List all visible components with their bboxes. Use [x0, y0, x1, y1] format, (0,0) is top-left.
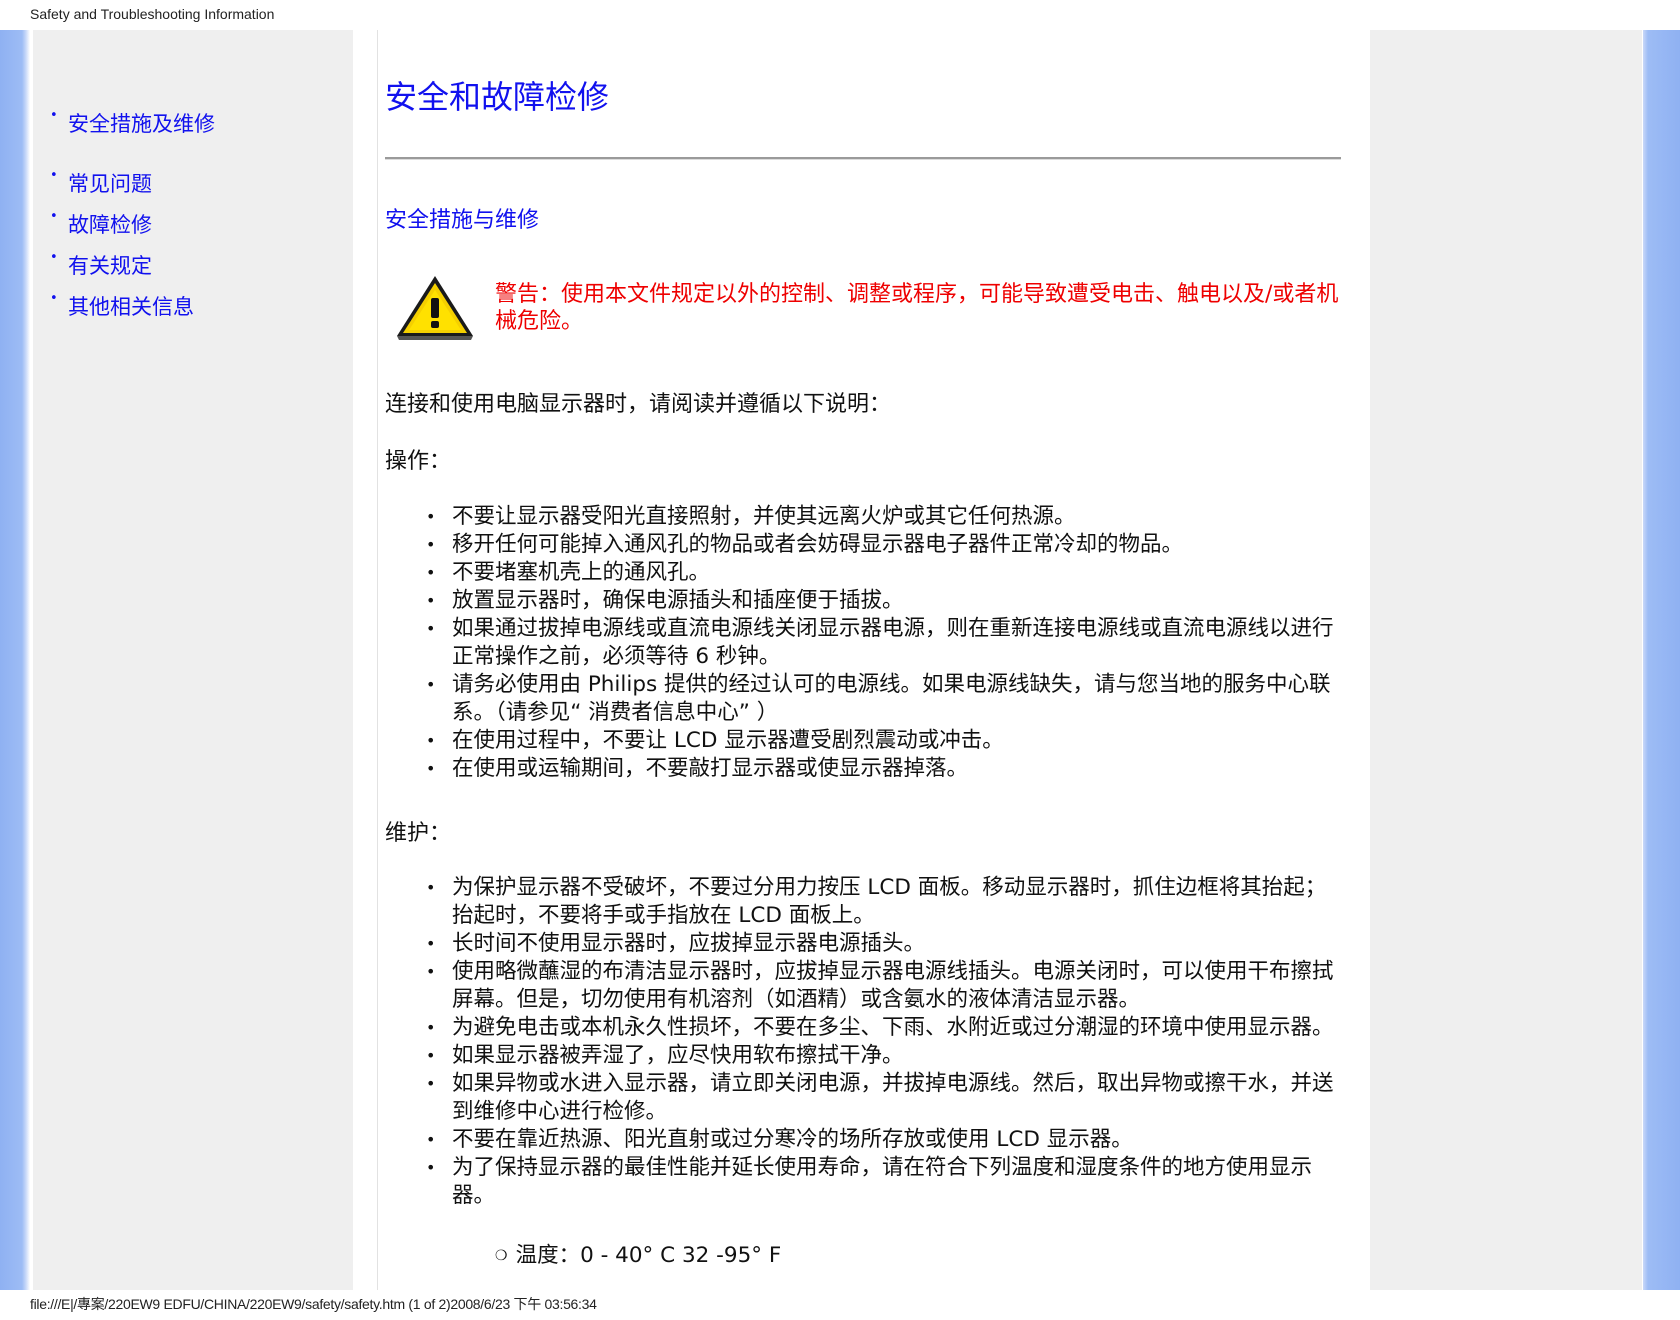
- left-blue-band: [0, 30, 30, 1290]
- print-header: Safety and Troubleshooting Information: [30, 6, 275, 22]
- bullet-icon: •: [50, 209, 58, 224]
- bullet-icon: •: [50, 250, 58, 265]
- list-item: • 长时间不使用显示器时，应拔掉显示器电源插头。: [426, 931, 926, 956]
- right-panel: [1370, 30, 1642, 1290]
- operation-list: • 不要让显示器受阳光直接照射，并使其远离火炉或其它任何热源。 • 移开任何可能掉入…: [385, 503, 1345, 783]
- list-item: • 请务必使用由 Philips 提供的经过认可的电源线。如果电源线缺失，请与您当…: [426, 672, 1331, 725]
- list-item: • 在使用过程中，不要让 LCD 显示器遭受剧烈震动或冲击。: [426, 728, 1004, 753]
- list-item: • 放置显示器时，确保电源插头和插座便于插拔。: [426, 588, 904, 613]
- sidebar-link-troubleshooting[interactable]: 故障检修: [68, 209, 152, 239]
- section-title: 安全措施与维修: [385, 208, 540, 233]
- list-item: • 不要在靠近热源、阳光直射或过分寒冷的场所存放或使用 LCD 显示器。: [426, 1127, 1133, 1152]
- temperature-item: ❍ 温度：0 - 40° C 32 -95° F: [495, 1238, 781, 1269]
- circle-bullet-icon: ❍: [495, 1248, 508, 1264]
- sidebar-link-safety[interactable]: 安全措施及维修: [68, 108, 215, 138]
- sidebar-link-regulatory[interactable]: 有关规定: [68, 250, 152, 280]
- list-item: • 如果通过拔掉电源线或直流电源线关闭显示器电源，则在重新连接电源线或直流电源线以…: [426, 616, 1334, 669]
- bullet-icon: •: [50, 108, 58, 123]
- operation-heading: 操作：: [385, 449, 452, 474]
- bullet-icon: •: [50, 291, 58, 306]
- page-title: 安全和故障检修: [385, 78, 610, 116]
- list-item: • 在使用或运输期间，不要敲打显示器或使显示器掉落。: [426, 756, 969, 781]
- right-blue-band: [1643, 30, 1680, 1290]
- bullet-icon: •: [50, 168, 58, 183]
- intro-text: 连接和使用电脑显示器时，请阅读并遵循以下说明：: [385, 392, 892, 417]
- print-footer: file:///E|/專案/220EW9 EDFU/CHINA/220EW9/s…: [30, 1296, 597, 1312]
- divider: [385, 157, 1341, 160]
- list-item: • 移开任何可能掉入通风孔的物品或者会妨碍显示器电子器件正常冷却的物品。: [426, 532, 1184, 557]
- warning-triangle-icon: [397, 276, 473, 340]
- temperature-text: 温度：0 - 40° C 32 -95° F: [515, 1243, 782, 1268]
- list-item: • 使用略微蘸湿的布清洁显示器时，应拔掉显示器电源线插头。电源关闭时，可以使用干布…: [426, 959, 1334, 1012]
- warning-text: 警告：使用本文件规定以外的控制、调整或程序，可能导致遭受电击、触电以及/或者机械…: [495, 282, 1339, 334]
- list-item: • 不要堵塞机壳上的通风孔。: [426, 560, 711, 585]
- list-item: • 不要让显示器受阳光直接照射，并使其远离火炉或其它任何热源。: [426, 504, 1076, 529]
- sidebar-link-other-info[interactable]: 其他相关信息: [68, 291, 194, 321]
- maintenance-list: • 为保护显示器不受破坏，不要过分用力按压 LCD 面板。移动显示器时，抓住边框将…: [385, 874, 1345, 1210]
- sidebar: • 安全措施及维修 • 常见问题 • 故障检修 • 有关规定 • 其他相关信息: [33, 30, 353, 1290]
- list-item: • 如果显示器被弄湿了，应尽快用软布擦拭干净。: [426, 1043, 904, 1068]
- sidebar-link-faq[interactable]: 常见问题: [68, 168, 152, 198]
- list-item: • 为避免电击或本机永久性损坏，不要在多尘、下雨、水附近或过分潮湿的环境中使用显示…: [426, 1015, 1334, 1040]
- list-item: • 为保护显示器不受破坏，不要过分用力按压 LCD 面板。移动显示器时，抓住边框将…: [426, 875, 1327, 928]
- list-item: • 为了保持显示器的最佳性能并延长使用寿命，请在符合下列温度和湿度条件的地方使用显…: [426, 1155, 1313, 1208]
- maintenance-heading: 维护：: [385, 821, 452, 846]
- list-item: • 如果异物或水进入显示器，请立即关闭电源，并拔掉电源线。然后，取出异物或擦干水，…: [426, 1071, 1334, 1124]
